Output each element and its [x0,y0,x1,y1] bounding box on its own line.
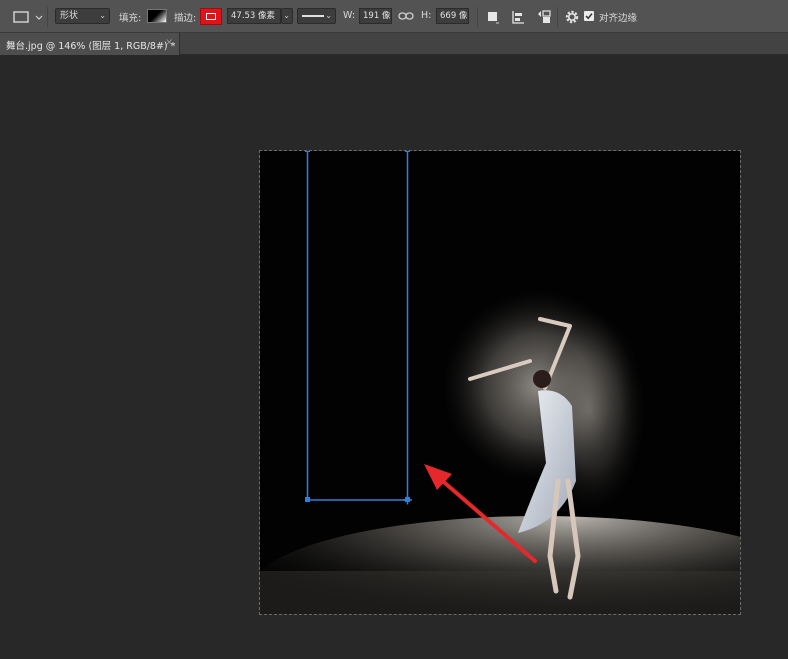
document-tab[interactable]: 舞台.jpg @ 146% (图层 1, RGB/8#) * × [0,33,180,55]
stroke-width-field[interactable]: 47.53 像素 [227,8,281,24]
tool-preset-picker[interactable] [8,8,46,26]
gear-icon [565,10,579,24]
close-icon[interactable]: × [165,37,173,48]
path-operations-icon [488,12,499,24]
tool-mode-value: 形状 [60,11,79,21]
dancer-photo [260,151,740,614]
path-alignment-button[interactable] [509,8,527,26]
stroke-label: 描边: [174,13,197,24]
height-label: H: [421,10,432,21]
path-operations-button[interactable] [484,8,502,26]
chevron-down-icon: ⌄ [99,11,106,20]
path-alignment-icon [512,11,524,24]
stroke-swatch[interactable] [200,8,222,25]
document-canvas[interactable] [259,150,741,615]
chevron-down-icon: ⌄ [325,11,332,20]
path-arrangement-icon [538,10,551,23]
stroke-width-dropdown[interactable]: ⌄ [281,8,293,24]
align-edges-checkbox[interactable] [584,11,594,21]
settings-button[interactable] [563,8,581,26]
rectangle-tool-icon [13,11,43,23]
separator [477,7,478,27]
width-field[interactable]: 191 像 [359,8,392,24]
fill-swatch[interactable] [147,9,167,23]
stroke-line-preview [302,15,324,17]
path-arrangement-button[interactable] [535,8,553,26]
options-bar: 形状 ⌄ 填充: 描边: 47.53 像素 ⌄ ⌄ W: 191 像 H: 66… [0,0,788,33]
document-tab-title: 舞台.jpg @ 146% (图层 1, RGB/8#) * [6,41,176,52]
checkmark-icon [585,13,593,20]
height-field[interactable]: 669 像 [436,8,469,24]
link-icon [398,12,414,20]
document-tab-bar: 舞台.jpg @ 146% (图层 1, RGB/8#) * × [0,33,788,55]
chevron-down-icon: ⌄ [283,11,290,20]
align-edges-label: 对齐边缘 [599,13,638,24]
link-dimensions-button[interactable] [398,10,414,22]
stroke-type-dropdown[interactable]: ⌄ [297,8,336,24]
fill-label: 填充: [119,13,142,24]
separator [557,7,558,27]
tool-mode-dropdown[interactable]: 形状 ⌄ [55,8,110,24]
width-label: W: [343,10,356,21]
separator [47,7,48,27]
